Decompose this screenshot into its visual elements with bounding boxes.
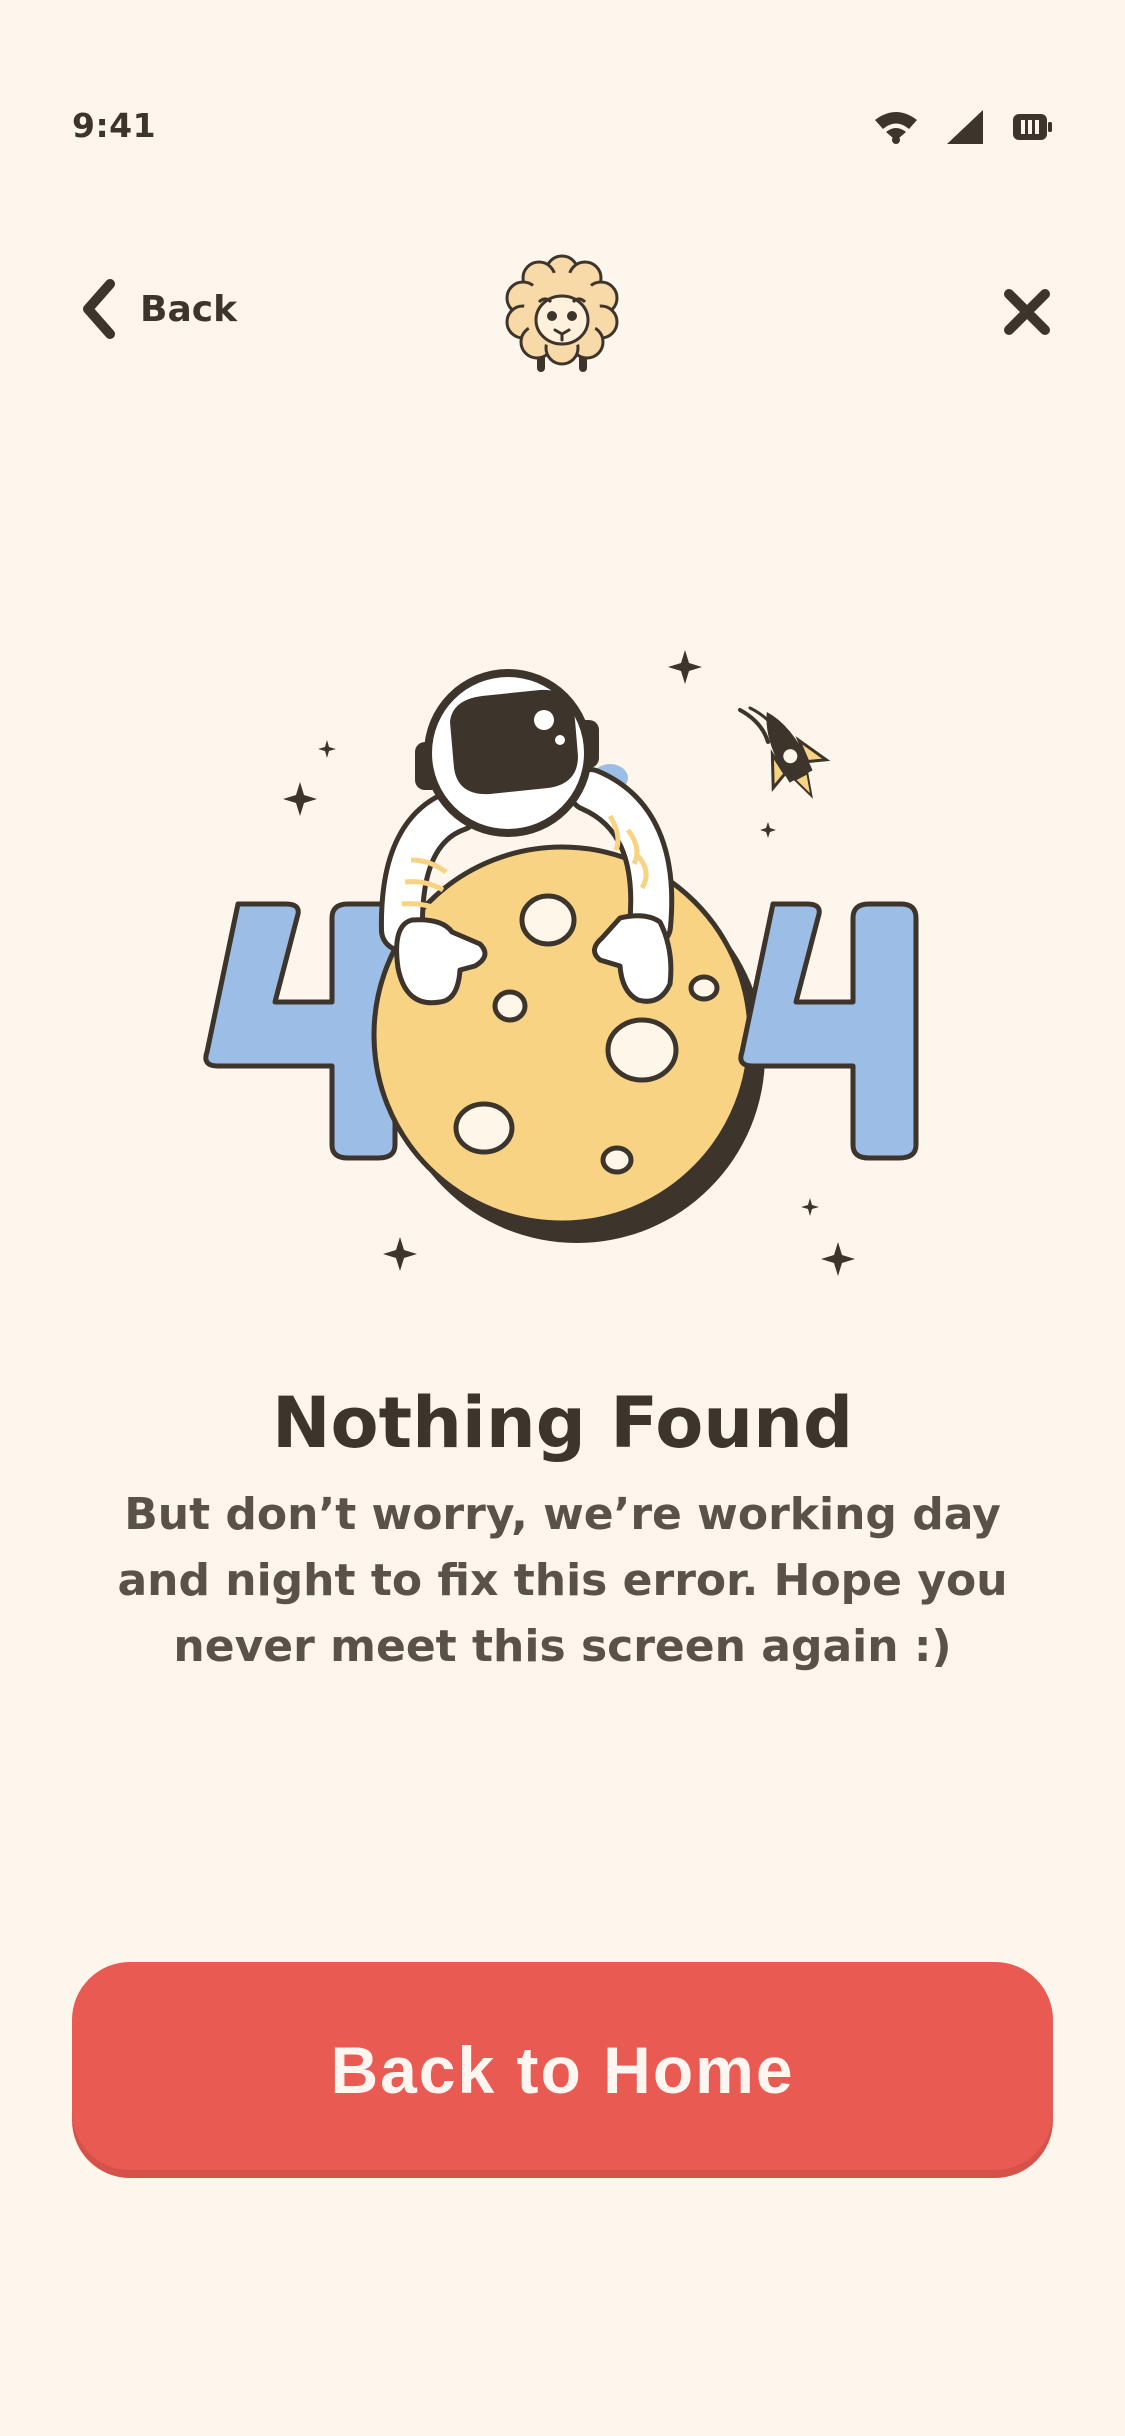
sparkle-icon (668, 650, 702, 684)
digit-four-left (203, 901, 398, 1161)
back-button[interactable]: Back (78, 278, 237, 340)
sparkle-icon (801, 1198, 819, 1216)
close-icon[interactable] (1001, 286, 1053, 338)
sparkle-icon (760, 822, 776, 838)
rocket-icon (738, 706, 831, 799)
battery-icon (1013, 114, 1052, 140)
digit-four-right (738, 901, 919, 1161)
404-astronaut-illustration (203, 650, 919, 1276)
sparkle-icon (318, 740, 336, 758)
back-to-home-label: Back to Home (330, 2033, 795, 2107)
page-title: Nothing Found (271, 1382, 854, 1464)
back-label: Back (140, 288, 238, 330)
status-icons (873, 108, 1053, 146)
error-description: But don’t worry, we’re working day and n… (117, 1489, 1008, 1672)
status-bar: 9:41 (0, 0, 1125, 160)
sparkle-icon (383, 1237, 417, 1271)
chevron-left-icon (83, 279, 115, 339)
cellular-signal-icon (947, 110, 983, 144)
sheep-logo-icon (505, 254, 619, 372)
sparkle-icon (283, 782, 317, 816)
nav-bar: Back (0, 250, 1125, 380)
status-time: 9:41 (72, 106, 157, 145)
sparkle-icon (821, 1242, 855, 1276)
wifi-icon (875, 112, 917, 144)
back-to-home-button[interactable]: Back to Home (72, 1962, 1053, 2178)
